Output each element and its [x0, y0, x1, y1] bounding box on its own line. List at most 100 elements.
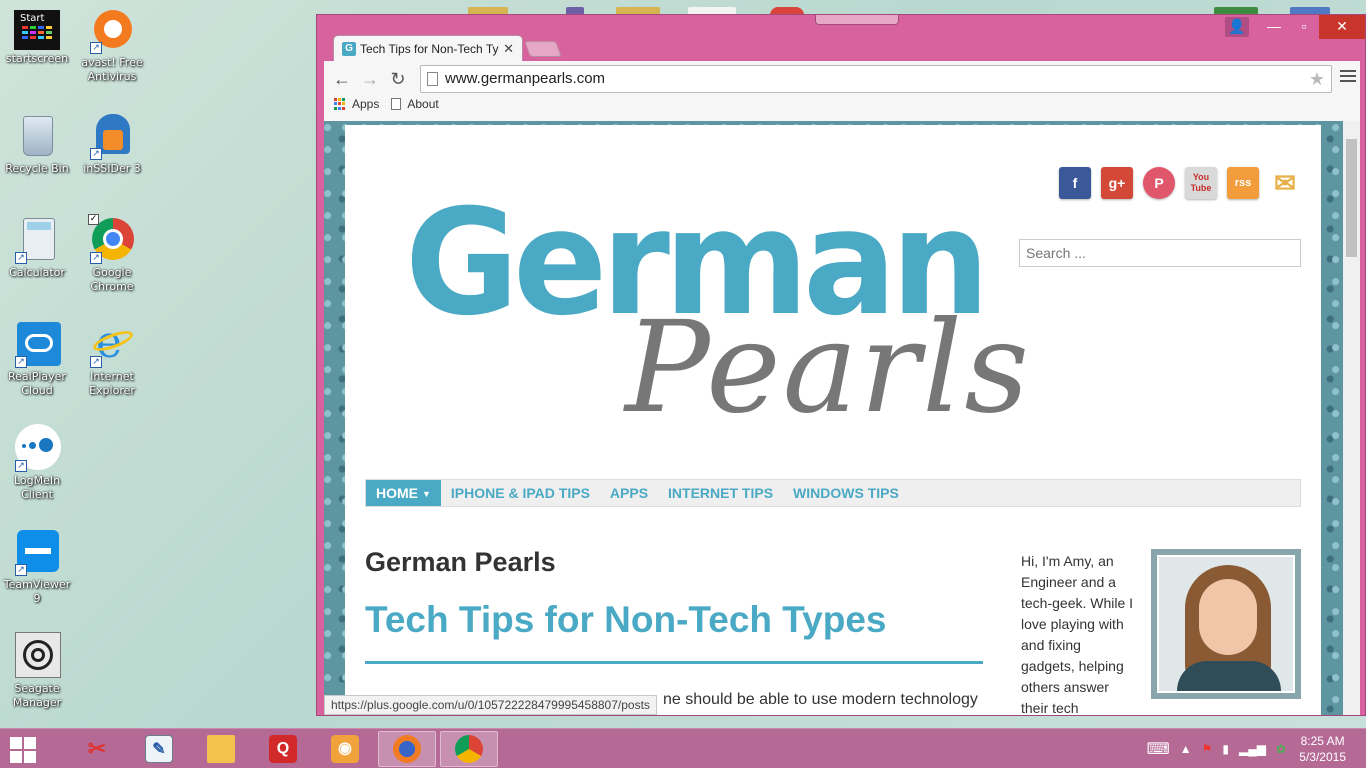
taskbar-avast[interactable]: ◉ — [316, 731, 374, 767]
youtube-link[interactable]: You Tube — [1185, 167, 1217, 199]
chrome-icon: ✓ ↗ — [88, 214, 136, 264]
site-favicon-icon: G — [342, 42, 356, 56]
tab-title: Tech Tips for Non-Tech Ty — [360, 42, 499, 56]
pinterest-link[interactable]: P — [1143, 167, 1175, 199]
paint-icon: ✎ — [145, 735, 173, 763]
show-hidden-icons-button[interactable]: ▲ — [1180, 742, 1192, 756]
touch-keyboard-icon[interactable]: ⌨ — [1147, 739, 1170, 759]
pinterest-icon: P — [1154, 175, 1164, 191]
desktop-icon-label: Seagate Manager — [12, 682, 62, 709]
site-search-input[interactable] — [1019, 239, 1301, 267]
action-center-flag-icon[interactable]: ⚑ — [1202, 742, 1213, 756]
taskbar-clock[interactable]: 8:25 AM 5/3/2015 — [1299, 733, 1346, 765]
page-viewport: f g+ P You Tube rss ✉ German Pearls HOME… — [324, 121, 1360, 715]
tab-close-button[interactable]: ✕ — [503, 36, 514, 62]
avast-icon: ↗ — [88, 6, 136, 54]
start-button[interactable] — [10, 737, 36, 763]
url-text: www.germanpearls.com — [445, 70, 606, 87]
author-bio: Hi, I'm Amy, an Engineer and a tech-geek… — [1021, 553, 1134, 715]
desktop-icon-teamviewer[interactable]: ↗ TeamViewer 9 — [0, 528, 74, 606]
title-divider — [365, 661, 983, 664]
bookmark-about[interactable]: About — [391, 97, 439, 111]
wifi-signal-icon[interactable]: ▂▄▆ — [1239, 742, 1266, 756]
google-plus-icon: g+ — [1108, 175, 1126, 191]
reload-button[interactable]: ↻ — [386, 67, 410, 91]
bookmarks-bar: Apps About — [334, 97, 439, 111]
nav-apps[interactable]: APPS — [600, 480, 658, 506]
sync-icon[interactable]: ✿ — [1276, 742, 1286, 756]
reload-icon: ↻ — [390, 69, 406, 89]
desktop-icon-startscreen[interactable]: Start startscreen — [0, 10, 74, 66]
desktop-icon-avast[interactable]: ↗ avast! Free Antivirus — [75, 6, 149, 84]
page-content: f g+ P You Tube rss ✉ German Pearls HOME… — [345, 125, 1321, 715]
window-drag-handle[interactable] — [815, 15, 899, 25]
browser-toolbar: ← → ↻ www.germanpearls.com ★ Apps About — [324, 61, 1360, 121]
taskbar-firefox[interactable] — [378, 731, 436, 767]
bookmark-label: About — [407, 97, 439, 111]
desktop-icon-label: Calculator — [9, 266, 65, 279]
nav-iphone-ipad-tips[interactable]: IPHONE & IPAD TIPS — [441, 480, 600, 506]
page-title: Tech Tips for Non-Tech Types — [365, 599, 887, 640]
forward-button[interactable]: → — [358, 67, 382, 91]
taskbar-snipping-tool[interactable]: ✂ — [68, 731, 126, 767]
bookmark-apps[interactable]: Apps — [334, 97, 379, 111]
desktop-icon-logmein[interactable]: ↗ LogMeIn Client — [0, 424, 74, 502]
seagate-icon — [13, 632, 61, 680]
google-plus-link[interactable]: g+ — [1101, 167, 1133, 199]
desktop-icon-recycle-bin[interactable]: Recycle Bin — [0, 112, 74, 176]
quicken-icon: Q — [269, 735, 297, 763]
back-button[interactable]: ← — [330, 67, 354, 91]
main-navigation: HOME ▼ IPHONE & IPAD TIPS APPS INTERNET T… — [365, 479, 1301, 507]
youtube-icon: You Tube — [1190, 172, 1212, 193]
address-bar[interactable]: www.germanpearls.com ★ — [420, 65, 1332, 93]
desktop-icon-chrome[interactable]: ✓ ↗ Google Chrome — [75, 214, 149, 294]
new-tab-button[interactable] — [524, 41, 562, 57]
desktop-icon-ie[interactable]: e ↗ Internet Explorer — [75, 320, 149, 398]
desktop-icon-seagate[interactable]: Seagate Manager — [0, 632, 74, 710]
taskbar-file-explorer[interactable] — [192, 731, 250, 767]
shortcut-arrow-icon: ↗ — [90, 252, 102, 264]
star-icon: ★ — [1308, 69, 1325, 89]
social-icons: f g+ P You Tube rss ✉ — [1059, 167, 1301, 199]
desktop-icon-label: RealPlayer Cloud — [8, 370, 66, 397]
page-scrollbar[interactable] — [1343, 121, 1360, 715]
browser-window: 👤 — ▫ ✕ G Tech Tips for Non-Tech Ty ✕ ← … — [316, 14, 1366, 716]
email-link[interactable]: ✉ — [1269, 167, 1301, 199]
desktop-icon-inssider[interactable]: ↗ inSSIDer 3 — [75, 112, 149, 176]
desktop-icon-label: TeamViewer 9 — [3, 578, 71, 605]
minimize-button[interactable]: — — [1259, 15, 1289, 39]
chrome-menu-button[interactable] — [1340, 67, 1356, 87]
profile-button[interactable]: 👤 — [1225, 17, 1249, 37]
shortcut-arrow-icon: ↗ — [15, 252, 27, 264]
facebook-link[interactable]: f — [1059, 167, 1091, 199]
realplayer-icon: ↗ — [13, 320, 61, 368]
site-logo[interactable]: German Pearls — [405, 183, 1029, 433]
file-explorer-icon — [207, 735, 235, 763]
taskbar-quicken[interactable]: Q — [254, 731, 312, 767]
taskbar-paint[interactable]: ✎ — [130, 731, 188, 767]
nav-windows-tips[interactable]: WINDOWS TIPS — [783, 480, 909, 506]
nav-home[interactable]: HOME ▼ — [366, 480, 441, 506]
battery-icon[interactable]: ▮ — [1222, 742, 1229, 756]
desktop-icon-realplayer[interactable]: ↗ RealPlayer Cloud — [0, 320, 74, 398]
back-arrow-icon: ← — [333, 69, 351, 89]
desktop-icon-calculator[interactable]: ↗ Calculator — [0, 216, 74, 280]
author-photo — [1151, 549, 1301, 699]
close-icon: ✕ — [1336, 18, 1348, 34]
maximize-button[interactable]: ▫ — [1289, 15, 1319, 39]
taskbar-chrome[interactable] — [440, 731, 498, 767]
shortcut-arrow-icon: ↗ — [90, 42, 102, 54]
shortcut-arrow-icon: ↗ — [15, 460, 27, 472]
scrollbar-thumb[interactable] — [1346, 139, 1357, 257]
desktop-icon-label: Google Chrome — [90, 266, 134, 293]
system-tray: ⌨ ▲ ⚑ ▮ ▂▄▆ ✿ — [1147, 739, 1286, 759]
caret-down-icon: ▼ — [422, 489, 431, 500]
inssider-icon: ↗ — [88, 112, 136, 160]
shortcut-arrow-icon: ↗ — [90, 148, 102, 160]
browser-tab[interactable]: G Tech Tips for Non-Tech Ty ✕ — [333, 35, 523, 63]
nav-internet-tips[interactable]: INTERNET TIPS — [658, 480, 783, 506]
bookmark-star-button[interactable]: ★ — [1309, 66, 1325, 92]
rss-link[interactable]: rss — [1227, 167, 1259, 199]
close-window-button[interactable]: ✕ — [1319, 15, 1365, 39]
user-icon: 👤 — [1228, 18, 1246, 34]
